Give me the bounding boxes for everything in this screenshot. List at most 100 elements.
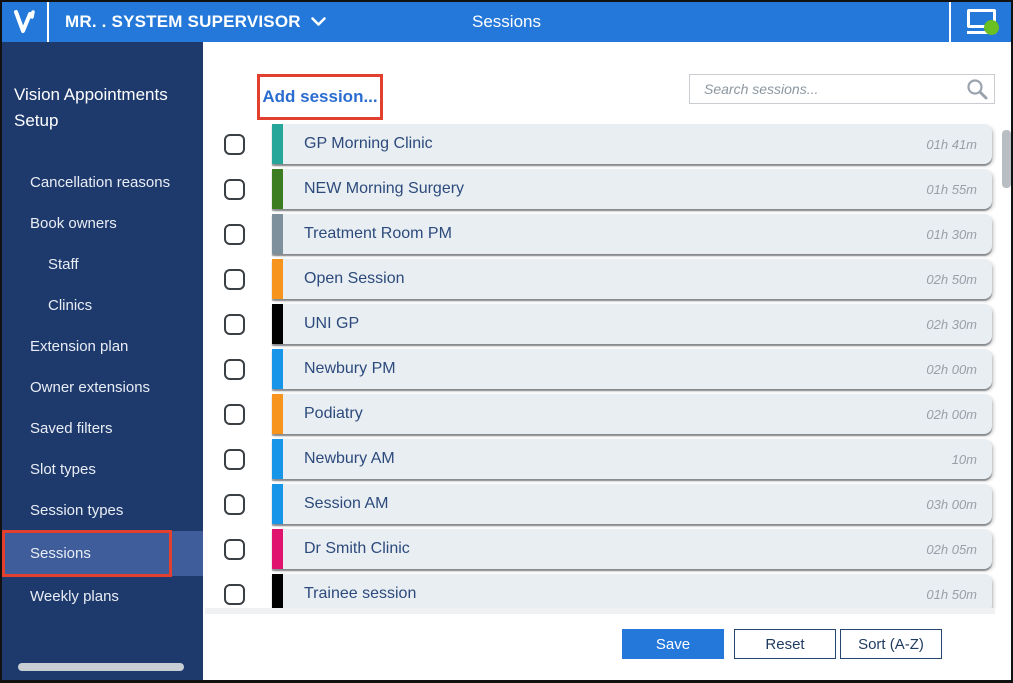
session-name: Session AM (304, 495, 389, 512)
sidebar-nav: Cancellation reasons Book owners Staff C… (2, 162, 203, 617)
session-card[interactable]: Newbury PM 02h 00m (272, 349, 992, 389)
user-menu-button[interactable]: MR. . SYSTEM SUPERVISOR (49, 2, 340, 42)
session-card[interactable]: Open Session 02h 50m (272, 259, 992, 299)
session-row: Newbury AM 10m (205, 439, 1011, 479)
sidebar-item-label: Clinics (48, 297, 93, 314)
session-color-bar (272, 529, 283, 569)
connection-status-button[interactable] (951, 2, 1011, 42)
session-row: NEW Morning Surgery 01h 55m (205, 169, 1011, 209)
session-row: Treatment Room PM 01h 30m (205, 214, 1011, 254)
session-name: GP Morning Clinic (304, 135, 433, 152)
session-card[interactable]: Dr Smith Clinic 02h 05m (272, 529, 992, 569)
session-checkbox[interactable] (224, 134, 245, 155)
app-window: MR. . SYSTEM SUPERVISOR Sessions Vision … (0, 0, 1013, 683)
session-name: NEW Morning Surgery (304, 180, 465, 197)
session-checkbox[interactable] (224, 494, 245, 515)
session-name: Open Session (304, 270, 405, 287)
session-checkbox[interactable] (224, 404, 245, 425)
session-list: GP Morning Clinic 01h 41m NEW Morning Su… (205, 124, 1011, 608)
session-color-bar (272, 484, 283, 524)
session-name: Trainee session (304, 585, 417, 602)
session-row: UNI GP 02h 30m (205, 304, 1011, 344)
sidebar-item-label: Staff (48, 256, 79, 273)
session-row: Open Session 02h 50m (205, 259, 1011, 299)
session-name: Newbury PM (304, 360, 396, 377)
sidebar-title: Vision Appointments Setup (14, 85, 168, 130)
sidebar-horizontal-scrollbar[interactable] (18, 663, 184, 671)
add-session-link[interactable]: Add session... (262, 87, 377, 107)
session-card[interactable]: Treatment Room PM 01h 30m (272, 214, 992, 254)
sidebar: Vision Appointments Setup Cancellation r… (2, 42, 203, 680)
session-color-bar (272, 574, 283, 608)
list-horizontal-scrollbar[interactable] (205, 608, 995, 614)
session-duration: 02h 05m (926, 541, 977, 557)
sidebar-item-label: Weekly plans (30, 588, 119, 605)
session-color-bar (272, 169, 283, 209)
session-name: Treatment Room PM (304, 225, 452, 242)
session-row: Trainee session 01h 50m (205, 574, 1011, 608)
session-card[interactable]: GP Morning Clinic 01h 41m (272, 124, 992, 164)
session-row: GP Morning Clinic 01h 41m (205, 124, 1011, 164)
search-box (689, 74, 995, 104)
session-name: UNI GP (304, 315, 360, 332)
session-color-bar (272, 214, 283, 254)
sidebar-item-clinics[interactable]: Clinics (2, 285, 203, 326)
session-card[interactable]: NEW Morning Surgery 01h 55m (272, 169, 992, 209)
chevron-down-icon (310, 17, 326, 26)
session-duration: 02h 00m (926, 361, 977, 377)
reset-button[interactable]: Reset (734, 629, 836, 659)
sidebar-item-sessions[interactable]: Sessions (2, 530, 203, 577)
session-card[interactable]: Trainee session 01h 50m (272, 574, 992, 608)
session-row: Session AM 03h 00m (205, 484, 1011, 524)
session-name: Newbury AM (304, 450, 395, 467)
sidebar-item-weekly-plans[interactable]: Weekly plans (2, 576, 203, 617)
sidebar-item-label: Book owners (30, 215, 117, 232)
session-duration: 02h 30m (926, 316, 977, 332)
session-checkbox[interactable] (224, 224, 245, 245)
session-color-bar (272, 439, 283, 479)
save-button[interactable]: Save (622, 629, 724, 659)
sidebar-item-book-owners[interactable]: Book owners (2, 203, 203, 244)
session-row: Dr Smith Clinic 02h 05m (205, 529, 1011, 569)
sidebar-item-label: Cancellation reasons (30, 174, 171, 191)
sidebar-item-label: Sessions (30, 545, 91, 562)
session-name: Podiatry (304, 405, 363, 422)
sidebar-item-label: Session types (30, 502, 124, 519)
sidebar-item-staff[interactable]: Staff (2, 244, 203, 285)
sidebar-item-cancellation-reasons[interactable]: Cancellation reasons (2, 162, 203, 203)
session-name: Dr Smith Clinic (304, 540, 410, 557)
sidebar-item-slot-types[interactable]: Slot types (2, 449, 203, 490)
session-row: Podiatry 02h 00m (205, 394, 1011, 434)
sort-button[interactable]: Sort (A-Z) (840, 629, 942, 659)
session-checkbox[interactable] (224, 179, 245, 200)
app-logo[interactable] (2, 2, 47, 42)
session-duration: 01h 55m (926, 181, 977, 197)
session-card[interactable]: UNI GP 02h 30m (272, 304, 992, 344)
session-duration: 03h 00m (926, 496, 977, 512)
session-row: Newbury PM 02h 00m (205, 349, 1011, 389)
session-color-bar (272, 349, 283, 389)
session-checkbox[interactable] (224, 314, 245, 335)
session-checkbox[interactable] (224, 449, 245, 470)
sidebar-item-session-types[interactable]: Session types (2, 490, 203, 531)
session-checkbox[interactable] (224, 359, 245, 380)
session-checkbox[interactable] (224, 269, 245, 290)
list-vertical-scrollbar[interactable] (1002, 130, 1011, 188)
session-card[interactable]: Newbury AM 10m (272, 439, 992, 479)
session-duration: 10m (951, 451, 977, 467)
session-card[interactable]: Podiatry 02h 00m (272, 394, 992, 434)
session-checkbox[interactable] (224, 539, 245, 560)
session-card[interactable]: Session AM 03h 00m (272, 484, 992, 524)
search-input[interactable] (690, 75, 960, 103)
search-icon[interactable] (960, 75, 994, 103)
vision-logo-icon (13, 10, 35, 33)
session-duration: 01h 30m (926, 226, 977, 242)
session-checkbox[interactable] (224, 584, 245, 605)
session-color-bar (272, 304, 283, 344)
sidebar-item-extension-plan[interactable]: Extension plan (2, 326, 203, 367)
status-online-dot (984, 20, 999, 35)
sidebar-item-owner-extensions[interactable]: Owner extensions (2, 367, 203, 408)
session-duration: 02h 50m (926, 271, 977, 287)
session-duration: 02h 00m (926, 406, 977, 422)
sidebar-item-saved-filters[interactable]: Saved filters (2, 408, 203, 449)
